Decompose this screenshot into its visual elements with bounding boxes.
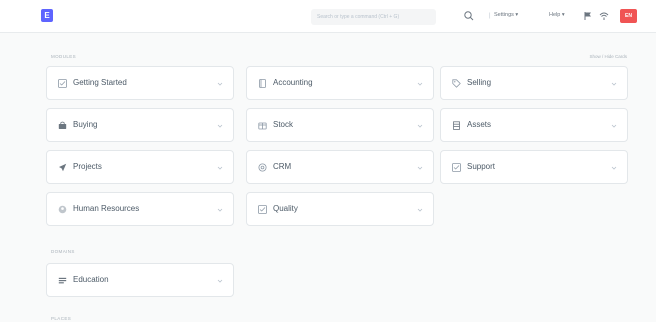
chevron-down-icon: ▾ (515, 12, 519, 18)
app-logo[interactable]: E (41, 9, 53, 22)
shopping-icon (58, 121, 67, 130)
settings-dropdown[interactable]: Settings ▾ (494, 12, 518, 18)
chevron-down-icon[interactable] (217, 81, 223, 87)
chevron-down-icon[interactable] (611, 123, 617, 129)
rocket-icon (58, 163, 67, 172)
module-card-stock[interactable]: Stock (246, 108, 434, 142)
avatar[interactable]: EN (620, 9, 637, 23)
module-card-label: Stock (273, 120, 294, 129)
chevron-down-icon[interactable] (217, 165, 223, 171)
help-label: Help (549, 12, 561, 18)
settings-label: Settings (494, 12, 514, 18)
module-card-label: Projects (73, 162, 102, 171)
module-card-label: Assets (467, 120, 492, 129)
module-card-buying[interactable]: Buying (46, 108, 234, 142)
chevron-down-icon[interactable] (217, 123, 223, 129)
domain-card-education[interactable]: Education (46, 263, 234, 297)
module-card-getting-started[interactable]: Getting Started (46, 66, 234, 100)
book-icon (258, 79, 267, 88)
module-card-assets[interactable]: Assets (440, 108, 628, 142)
module-card-label: Accounting (273, 78, 313, 87)
places-heading: Places (51, 316, 72, 321)
tag-icon (452, 79, 461, 88)
module-card-selling[interactable]: Selling (440, 66, 628, 100)
box-icon (258, 121, 267, 130)
chevron-down-icon[interactable] (611, 165, 617, 171)
module-card-label: Selling (467, 78, 492, 87)
module-card-quality[interactable]: Quality (246, 192, 434, 226)
chevron-down-icon: ▾ (561, 12, 565, 18)
nav-separator: | (489, 13, 491, 19)
domains-heading: Domains (51, 249, 75, 254)
module-card-label: CRM (273, 162, 292, 171)
chevron-down-icon[interactable] (417, 207, 423, 213)
flag-icon[interactable] (583, 11, 593, 21)
help-dropdown[interactable]: Help ▾ (549, 12, 565, 18)
chevron-down-icon[interactable] (611, 81, 617, 87)
chevron-down-icon[interactable] (417, 81, 423, 87)
chevron-down-icon[interactable] (217, 278, 223, 284)
module-card-crm[interactable]: CRM (246, 150, 434, 184)
chevron-down-icon[interactable] (417, 123, 423, 129)
crm-icon (258, 163, 267, 172)
education-icon (58, 276, 67, 285)
module-card-label: Support (467, 162, 496, 171)
notification-icon[interactable] (599, 11, 609, 21)
checklist-icon (58, 79, 67, 88)
chevron-down-icon[interactable] (217, 207, 223, 213)
navbar: E Search or type a command (Ctrl + G) | … (0, 0, 656, 33)
quality-icon (258, 205, 267, 214)
module-card-label: Human Resources (73, 204, 140, 213)
domain-card-label: Education (73, 275, 109, 284)
module-card-projects[interactable]: Projects (46, 150, 234, 184)
module-card-label: Getting Started (73, 78, 127, 87)
building-icon (452, 121, 461, 130)
chevron-down-icon[interactable] (417, 165, 423, 171)
module-card-human-resources[interactable]: Human Resources (46, 192, 234, 226)
module-card-accounting[interactable]: Accounting (246, 66, 434, 100)
search-icon[interactable] (463, 10, 475, 22)
module-card-label: Quality (273, 204, 298, 213)
show-hide-cards-link[interactable]: Show / Hide Cards (589, 54, 627, 59)
modules-heading: Modules (51, 54, 77, 59)
people-icon (58, 205, 67, 214)
module-card-support[interactable]: Support (440, 150, 628, 184)
support-icon (452, 163, 461, 172)
search-input[interactable]: Search or type a command (Ctrl + G) (311, 9, 436, 25)
module-card-label: Buying (73, 120, 98, 129)
